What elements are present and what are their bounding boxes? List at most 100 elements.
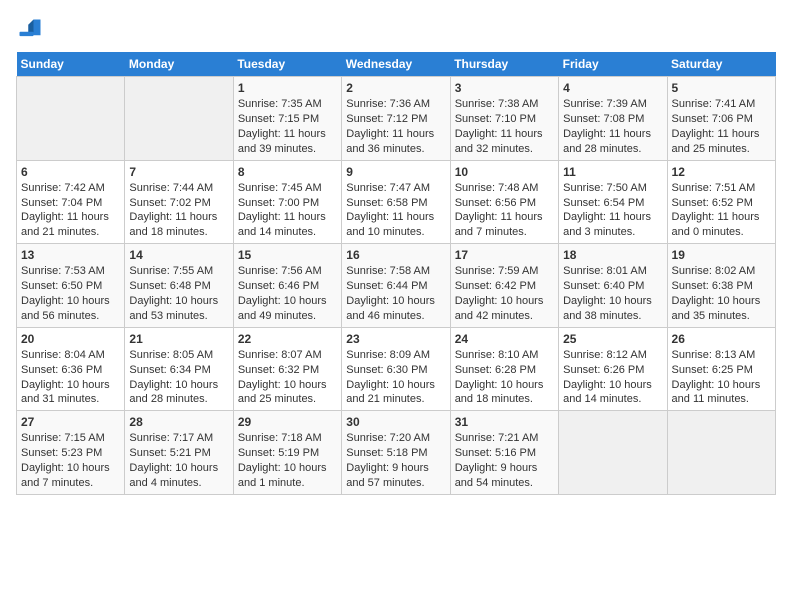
logo bbox=[16, 16, 48, 44]
calendar-cell: 3Sunrise: 7:38 AMSunset: 7:10 PMDaylight… bbox=[450, 77, 558, 161]
day-info: Sunrise: 7:15 AM bbox=[21, 431, 120, 446]
day-number: 19 bbox=[672, 247, 771, 263]
day-info: Sunrise: 8:02 AM bbox=[672, 264, 771, 279]
day-info: Sunset: 6:42 PM bbox=[455, 279, 554, 294]
day-info: Sunset: 6:38 PM bbox=[672, 279, 771, 294]
day-number: 16 bbox=[346, 247, 445, 263]
day-info: Sunrise: 8:13 AM bbox=[672, 348, 771, 363]
day-info: Sunrise: 7:39 AM bbox=[563, 97, 662, 112]
calendar-cell: 23Sunrise: 8:09 AMSunset: 6:30 PMDayligh… bbox=[342, 327, 450, 411]
day-info: Daylight: 10 hours and 53 minutes. bbox=[129, 294, 228, 324]
col-header-saturday: Saturday bbox=[667, 52, 775, 77]
week-row-4: 20Sunrise: 8:04 AMSunset: 6:36 PMDayligh… bbox=[17, 327, 776, 411]
day-info: Sunrise: 7:42 AM bbox=[21, 181, 120, 196]
day-info: Sunrise: 7:17 AM bbox=[129, 431, 228, 446]
calendar-cell: 13Sunrise: 7:53 AMSunset: 6:50 PMDayligh… bbox=[17, 244, 125, 328]
calendar-table: SundayMondayTuesdayWednesdayThursdayFrid… bbox=[16, 52, 776, 495]
day-info: Sunrise: 7:50 AM bbox=[563, 181, 662, 196]
calendar-cell: 29Sunrise: 7:18 AMSunset: 5:19 PMDayligh… bbox=[233, 411, 341, 495]
day-info: Sunrise: 8:07 AM bbox=[238, 348, 337, 363]
day-info: Sunset: 7:06 PM bbox=[672, 112, 771, 127]
calendar-cell: 30Sunrise: 7:20 AMSunset: 5:18 PMDayligh… bbox=[342, 411, 450, 495]
day-info: Daylight: 10 hours and 38 minutes. bbox=[563, 294, 662, 324]
day-info: Daylight: 10 hours and 1 minute. bbox=[238, 461, 337, 491]
week-row-2: 6Sunrise: 7:42 AMSunset: 7:04 PM Daylight… bbox=[17, 160, 776, 244]
day-info: Sunset: 7:08 PM bbox=[563, 112, 662, 127]
day-info: Sunset: 6:56 PM bbox=[455, 196, 554, 211]
day-info: Daylight: 10 hours and 35 minutes. bbox=[672, 294, 771, 324]
calendar-cell: 21Sunrise: 8:05 AMSunset: 6:34 PMDayligh… bbox=[125, 327, 233, 411]
day-number: 8 bbox=[238, 164, 337, 180]
day-info: Daylight: 11 hours and 25 minutes. bbox=[672, 127, 771, 157]
day-number: 13 bbox=[21, 247, 120, 263]
calendar-cell: 26Sunrise: 8:13 AMSunset: 6:25 PMDayligh… bbox=[667, 327, 775, 411]
day-info: Sunrise: 7:35 AM bbox=[238, 97, 337, 112]
day-info: Sunset: 6:58 PM bbox=[346, 196, 445, 211]
calendar-cell: 2Sunrise: 7:36 AMSunset: 7:12 PMDaylight… bbox=[342, 77, 450, 161]
day-info: Sunset: 7:02 PM bbox=[129, 196, 228, 211]
day-number: 2 bbox=[346, 80, 445, 96]
calendar-cell: 10Sunrise: 7:48 AMSunset: 6:56 PMDayligh… bbox=[450, 160, 558, 244]
calendar-cell: 12Sunrise: 7:51 AMSunset: 6:52 PMDayligh… bbox=[667, 160, 775, 244]
day-number: 30 bbox=[346, 414, 445, 430]
day-info: Sunset: 6:32 PM bbox=[238, 363, 337, 378]
day-number: 6 bbox=[21, 164, 120, 180]
day-info: Sunset: 6:28 PM bbox=[455, 363, 554, 378]
day-info: Sunset: 7:04 PM bbox=[21, 196, 120, 211]
day-number: 14 bbox=[129, 247, 228, 263]
day-number: 11 bbox=[563, 164, 662, 180]
day-number: 28 bbox=[129, 414, 228, 430]
day-info: Daylight: 10 hours and 31 minutes. bbox=[21, 378, 120, 408]
day-info: Sunrise: 7:36 AM bbox=[346, 97, 445, 112]
day-info: Sunrise: 7:45 AM bbox=[238, 181, 337, 196]
day-info: Sunset: 6:52 PM bbox=[672, 196, 771, 211]
day-info: Sunset: 6:40 PM bbox=[563, 279, 662, 294]
day-number: 29 bbox=[238, 414, 337, 430]
week-row-1: 1Sunrise: 7:35 AMSunset: 7:15 PMDaylight… bbox=[17, 77, 776, 161]
day-info: Sunrise: 7:18 AM bbox=[238, 431, 337, 446]
day-info: Sunrise: 8:10 AM bbox=[455, 348, 554, 363]
calendar-cell: 5Sunrise: 7:41 AMSunset: 7:06 PMDaylight… bbox=[667, 77, 775, 161]
day-info: Daylight: 10 hours and 46 minutes. bbox=[346, 294, 445, 324]
day-info: Sunrise: 8:04 AM bbox=[21, 348, 120, 363]
calendar-cell: 31Sunrise: 7:21 AMSunset: 5:16 PMDayligh… bbox=[450, 411, 558, 495]
day-info: Daylight: 10 hours and 56 minutes. bbox=[21, 294, 120, 324]
calendar-cell: 19Sunrise: 8:02 AMSunset: 6:38 PMDayligh… bbox=[667, 244, 775, 328]
day-info: Sunset: 6:44 PM bbox=[346, 279, 445, 294]
day-info: Daylight: 9 hours and 57 minutes. bbox=[346, 461, 445, 491]
day-info: Daylight: 11 hours and 36 minutes. bbox=[346, 127, 445, 157]
calendar-cell: 16Sunrise: 7:58 AMSunset: 6:44 PMDayligh… bbox=[342, 244, 450, 328]
calendar-cell: 24Sunrise: 8:10 AMSunset: 6:28 PMDayligh… bbox=[450, 327, 558, 411]
day-number: 26 bbox=[672, 331, 771, 347]
day-info: Sunset: 7:15 PM bbox=[238, 112, 337, 127]
day-info: Daylight: 11 hours and 39 minutes. bbox=[238, 127, 337, 157]
day-info: Sunset: 5:21 PM bbox=[129, 446, 228, 461]
day-number: 24 bbox=[455, 331, 554, 347]
day-info: Daylight: 11 hours and 32 minutes. bbox=[455, 127, 554, 157]
calendar-cell: 28Sunrise: 7:17 AMSunset: 5:21 PMDayligh… bbox=[125, 411, 233, 495]
day-number: 18 bbox=[563, 247, 662, 263]
calendar-cell: 11Sunrise: 7:50 AMSunset: 6:54 PMDayligh… bbox=[559, 160, 667, 244]
day-info: Sunrise: 8:09 AM bbox=[346, 348, 445, 363]
day-info: Sunset: 5:23 PM bbox=[21, 446, 120, 461]
calendar-cell: 14Sunrise: 7:55 AMSunset: 6:48 PMDayligh… bbox=[125, 244, 233, 328]
day-info: Sunset: 6:26 PM bbox=[563, 363, 662, 378]
day-info: Daylight: 10 hours and 28 minutes. bbox=[129, 378, 228, 408]
day-info: Daylight: 11 hours and 0 minutes. bbox=[672, 210, 771, 240]
col-header-friday: Friday bbox=[559, 52, 667, 77]
day-info: Sunrise: 7:53 AM bbox=[21, 264, 120, 279]
calendar-cell bbox=[667, 411, 775, 495]
day-number: 22 bbox=[238, 331, 337, 347]
day-number: 5 bbox=[672, 80, 771, 96]
day-number: 15 bbox=[238, 247, 337, 263]
day-info: Sunset: 5:16 PM bbox=[455, 446, 554, 461]
day-info: Daylight: 10 hours and 25 minutes. bbox=[238, 378, 337, 408]
calendar-cell bbox=[559, 411, 667, 495]
day-info: Sunset: 6:36 PM bbox=[21, 363, 120, 378]
col-header-tuesday: Tuesday bbox=[233, 52, 341, 77]
day-info: Sunset: 5:19 PM bbox=[238, 446, 337, 461]
calendar-cell: 15Sunrise: 7:56 AMSunset: 6:46 PMDayligh… bbox=[233, 244, 341, 328]
day-info: Daylight: 11 hours and 3 minutes. bbox=[563, 210, 662, 240]
day-info: Sunset: 7:12 PM bbox=[346, 112, 445, 127]
day-info: Sunrise: 7:20 AM bbox=[346, 431, 445, 446]
